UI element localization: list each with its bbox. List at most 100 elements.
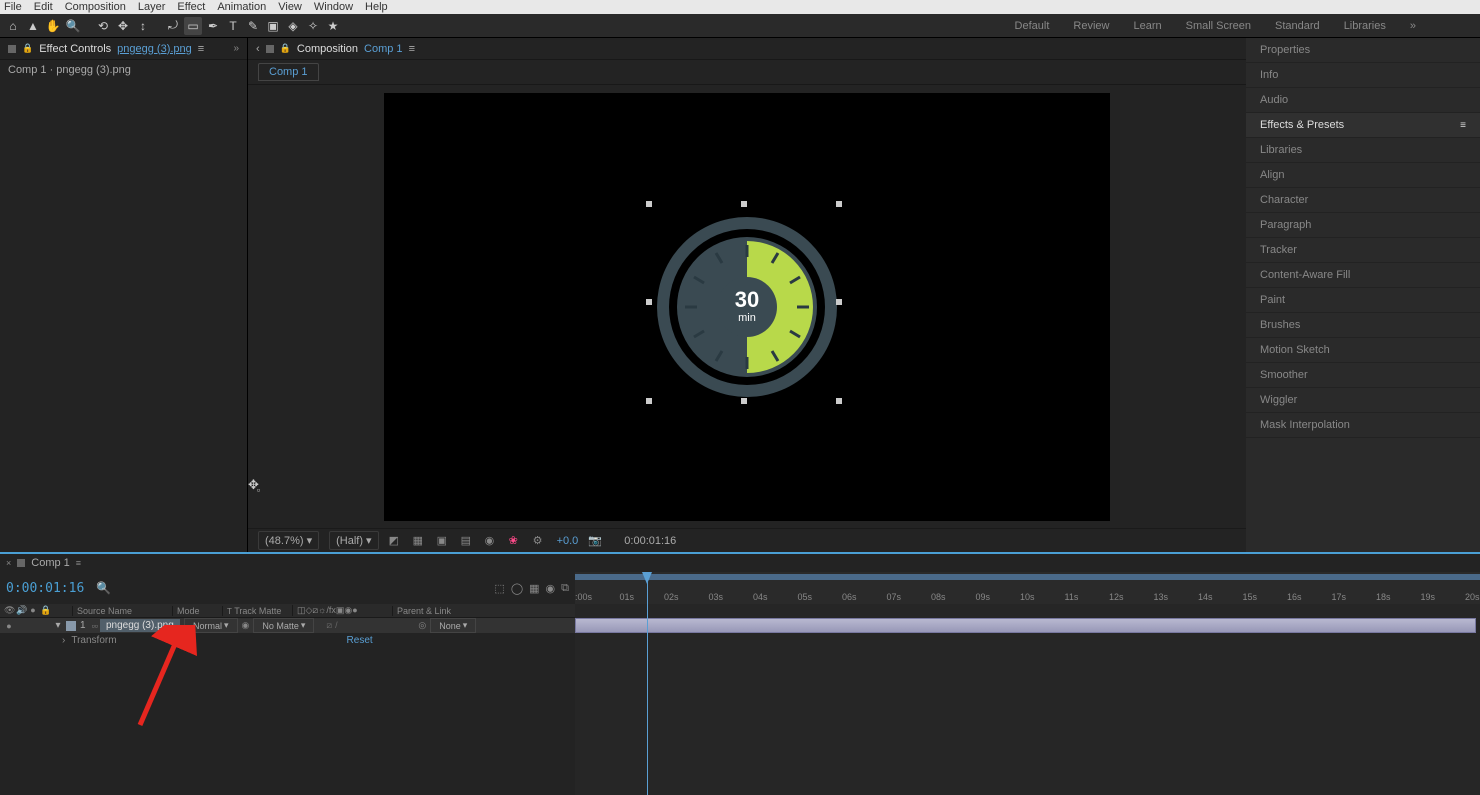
panel-chevron-icon[interactable]: ‹ — [256, 43, 260, 55]
panel-menu-icon[interactable]: ≡ — [1460, 120, 1466, 131]
resolution-dropdown[interactable]: (Half) ▾ — [329, 531, 378, 550]
panel-brushes[interactable]: Brushes — [1246, 313, 1480, 338]
menu-view[interactable]: View — [278, 1, 302, 13]
shy-icon[interactable]: ◯ — [511, 582, 523, 595]
menu-window[interactable]: Window — [314, 1, 353, 13]
selection-tool-icon[interactable]: ▲ — [24, 17, 42, 35]
text-tool-icon[interactable]: T — [224, 17, 242, 35]
panel-wiggler[interactable]: Wiggler — [1246, 388, 1480, 413]
transparency-grid-icon[interactable]: ◩ — [389, 534, 403, 548]
panel-content-aware-fill[interactable]: Content-Aware Fill — [1246, 263, 1480, 288]
region-icon[interactable]: ▣ — [437, 534, 451, 548]
eraser-tool-icon[interactable]: ◈ — [284, 17, 302, 35]
layer-name[interactable]: pngegg (3).png — [100, 619, 180, 632]
selection-handle[interactable] — [646, 398, 652, 404]
zoom-tool-icon[interactable]: 🔍 — [64, 17, 82, 35]
menu-composition[interactable]: Composition — [65, 1, 126, 13]
col-mode[interactable]: Mode — [172, 606, 222, 616]
time-ruler[interactable]: :00s01s02s03s04s05s06s07s08s09s10s11s12s… — [575, 572, 1480, 604]
selection-handle[interactable] — [836, 299, 842, 305]
panel-character[interactable]: Character — [1246, 188, 1480, 213]
panel-layer-link[interactable]: pngegg (3).png — [117, 43, 192, 55]
layer-color-label[interactable] — [66, 621, 76, 631]
guides-icon[interactable]: ▤ — [461, 534, 475, 548]
lock-col-icon[interactable]: 🔒 — [40, 605, 50, 616]
selection-handle[interactable] — [646, 201, 652, 207]
transform-label[interactable]: Transform — [71, 635, 116, 646]
panel-smoother[interactable]: Smoother — [1246, 363, 1480, 388]
panel-effects-presets[interactable]: Effects & Presets≡ — [1246, 113, 1480, 138]
snapshot-icon[interactable]: 📷 — [588, 534, 602, 548]
menu-animation[interactable]: Animation — [217, 1, 266, 13]
menu-layer[interactable]: Layer — [138, 1, 166, 13]
timeline-tracks[interactable] — [575, 604, 1480, 795]
home-icon[interactable]: ⌂ — [4, 17, 22, 35]
menu-file[interactable]: File — [4, 1, 22, 13]
panel-info[interactable]: Info — [1246, 63, 1480, 88]
lock-icon[interactable]: 🔒 — [280, 43, 291, 54]
orbit-tool-icon[interactable]: ⟲ — [94, 17, 112, 35]
hand-tool-icon[interactable]: ✋ — [44, 17, 62, 35]
eye-col-icon[interactable]: 👁 — [4, 605, 14, 616]
panel-audio[interactable]: Audio — [1246, 88, 1480, 113]
panel-paint[interactable]: Paint — [1246, 288, 1480, 313]
layer-duration-bar[interactable] — [575, 618, 1476, 633]
timeline-tab[interactable]: Comp 1 — [31, 557, 70, 569]
playhead-line[interactable] — [647, 604, 648, 795]
timeline-chevron-icon[interactable]: × — [6, 558, 11, 568]
work-area-bar[interactable] — [575, 574, 1480, 580]
graph-editor-icon[interactable]: ⧉ — [561, 582, 569, 595]
clone-tool-icon[interactable]: ▣ — [264, 17, 282, 35]
menu-help[interactable]: Help — [365, 1, 388, 13]
panel-libraries[interactable]: Libraries — [1246, 138, 1480, 163]
exposure-reset-icon[interactable]: ⚙ — [533, 534, 547, 548]
audio-col-icon[interactable]: 🔊 — [16, 605, 26, 616]
selection-handle[interactable] — [741, 201, 747, 207]
dolly-tool-icon[interactable]: ↕ — [134, 17, 152, 35]
selection-handle[interactable] — [646, 299, 652, 305]
selection-handle[interactable] — [741, 398, 747, 404]
col-matte[interactable]: Track Matte — [234, 606, 281, 616]
workspace-review[interactable]: Review — [1073, 20, 1109, 32]
mask-icon[interactable]: ▦ — [413, 534, 427, 548]
panel-properties[interactable]: Properties — [1246, 38, 1480, 63]
workspace-libraries[interactable]: Libraries — [1344, 20, 1386, 32]
panel-paragraph[interactable]: Paragraph — [1246, 213, 1480, 238]
panel-motion-sketch[interactable]: Motion Sketch — [1246, 338, 1480, 363]
composition-viewer[interactable]: 30 min — [248, 85, 1246, 528]
layer-row[interactable]: ● ▾ 1 ▫▫ pngegg (3).png Normal ▾ ◉ No Ma… — [0, 618, 575, 633]
col-source[interactable]: Source Name — [72, 606, 172, 616]
rotate-tool-icon[interactable]: ⤾ — [164, 17, 182, 35]
reset-link[interactable]: Reset — [347, 635, 373, 646]
lock-icon[interactable]: 🔒 — [22, 43, 33, 54]
effect-controls-tab[interactable]: 🔒 Effect Controls pngegg (3).png ≡ » — [0, 38, 247, 60]
panel-overflow-icon[interactable]: » — [233, 43, 239, 54]
menu-edit[interactable]: Edit — [34, 1, 53, 13]
shape-tool-icon[interactable]: ▭ — [184, 17, 202, 35]
zoom-dropdown[interactable]: (48.7%) ▾ — [258, 531, 319, 550]
composition-name[interactable]: Comp 1 — [364, 43, 403, 55]
exposure-value[interactable]: +0.0 — [557, 535, 579, 547]
eye-icon[interactable]: ● — [4, 621, 14, 631]
solo-col-icon[interactable]: ● — [28, 605, 38, 616]
workspace-overflow-icon[interactable]: » — [1410, 20, 1416, 32]
transform-twirl-icon[interactable]: › — [62, 635, 65, 646]
panel-menu-icon[interactable]: ≡ — [198, 43, 204, 55]
search-icon[interactable]: 🔍 — [96, 581, 111, 595]
track-matte-dropdown[interactable]: No Matte▾ — [253, 618, 314, 633]
col-parent[interactable]: Parent & Link — [392, 606, 462, 616]
twirl-icon[interactable]: ▾ — [54, 620, 62, 631]
puppet-tool-icon[interactable]: ★ — [324, 17, 342, 35]
rotobrush-tool-icon[interactable]: ✧ — [304, 17, 322, 35]
panel-tracker[interactable]: Tracker — [1246, 238, 1480, 263]
pen-tool-icon[interactable]: ✒ — [204, 17, 222, 35]
flowchart-tab[interactable]: Comp 1 — [258, 63, 319, 81]
workspace-default[interactable]: Default — [1015, 20, 1050, 32]
brush-tool-icon[interactable]: ✎ — [244, 17, 262, 35]
workspace-small-screen[interactable]: Small Screen — [1186, 20, 1251, 32]
pan-tool-icon[interactable]: ✥ — [114, 17, 132, 35]
blend-mode-dropdown[interactable]: Normal ▾ — [184, 618, 238, 633]
selection-handle[interactable] — [836, 398, 842, 404]
comp-button-icon[interactable]: ⬚ — [494, 582, 504, 595]
workspace-standard[interactable]: Standard — [1275, 20, 1320, 32]
